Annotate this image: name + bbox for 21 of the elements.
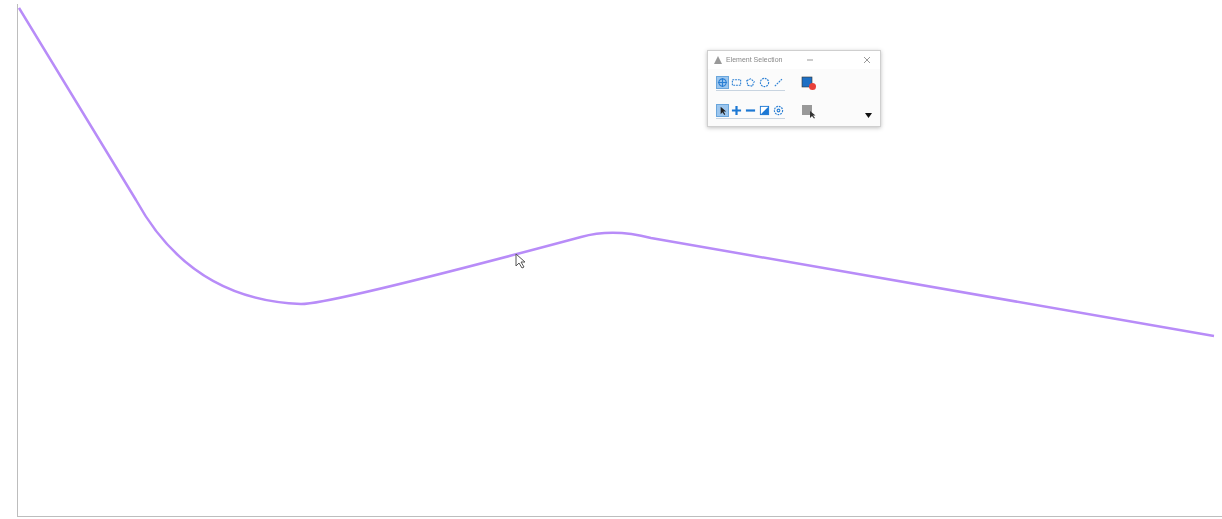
dashed-line-icon — [773, 76, 784, 88]
dashed-circle-icon — [759, 76, 770, 88]
pointer-tool-button[interactable] — [716, 104, 729, 118]
plus-tool-button[interactable] — [730, 104, 743, 118]
half-filled-square-icon — [759, 105, 770, 117]
dotted-circle-tool-button[interactable] — [772, 104, 785, 118]
clear-selection-icon[interactable] — [801, 75, 817, 91]
dashed-polygon-tool-button[interactable] — [744, 75, 757, 89]
dotted-circle-icon — [773, 105, 784, 117]
tool-palette-icon — [713, 55, 723, 65]
crosshair-icon — [717, 76, 728, 88]
close-icon[interactable] — [863, 56, 871, 64]
dashed-polygon-icon — [745, 76, 756, 88]
crosshair-tool-button[interactable] — [716, 75, 729, 89]
plus-icon — [731, 105, 742, 117]
cursor-icon — [515, 253, 526, 269]
dashed-rectangle-icon — [731, 76, 742, 88]
half-filled-square-tool-button[interactable] — [758, 104, 771, 118]
select-cursor-icon[interactable] — [801, 104, 817, 120]
dropdown-arrow-icon[interactable] — [865, 113, 872, 118]
dashed-circle-tool-button[interactable] — [758, 75, 771, 89]
